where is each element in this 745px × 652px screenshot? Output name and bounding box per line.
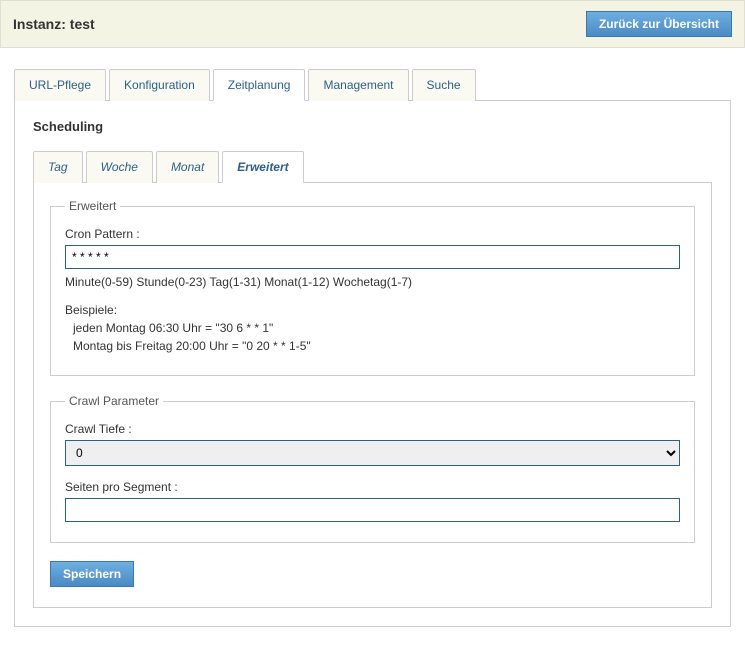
- cron-help-text: Minute(0-59) Stunde(0-23) Tag(1-31) Mona…: [65, 275, 680, 289]
- header-bar: Instanz: test Zurück zur Übersicht: [0, 0, 745, 48]
- tab-konfiguration[interactable]: Konfiguration: [109, 69, 210, 101]
- fieldset-crawl-parameter: Crawl Parameter Crawl Tiefe : 0 Seiten p…: [50, 394, 695, 543]
- tab-suche[interactable]: Suche: [412, 69, 476, 101]
- section-heading: Scheduling: [33, 119, 712, 134]
- cron-pattern-input[interactable]: [65, 245, 680, 269]
- subtab-woche[interactable]: Woche: [86, 151, 153, 183]
- sub-tabs: Tag Woche Monat Erweitert: [33, 150, 712, 183]
- legend-erweitert: Erweitert: [65, 199, 120, 213]
- pages-per-segment-input[interactable]: [65, 498, 680, 522]
- example-2: Montag bis Freitag 20:00 Uhr = "0 20 * *…: [65, 337, 680, 355]
- subtab-tag[interactable]: Tag: [33, 151, 83, 183]
- save-button[interactable]: Speichern: [50, 561, 134, 587]
- fieldset-erweitert: Erweitert Cron Pattern : Minute(0-59) St…: [50, 199, 695, 376]
- crawl-depth-label: Crawl Tiefe :: [65, 422, 680, 436]
- tab-zeitplanung[interactable]: Zeitplanung: [213, 69, 306, 101]
- subpanel-erweitert: Erweitert Cron Pattern : Minute(0-59) St…: [33, 183, 712, 608]
- subtab-monat[interactable]: Monat: [156, 151, 219, 183]
- crawl-depth-select[interactable]: 0: [65, 440, 680, 466]
- cron-examples: Beispiele: jeden Montag 06:30 Uhr = "30 …: [65, 301, 680, 355]
- back-button[interactable]: Zurück zur Übersicht: [586, 11, 732, 37]
- tab-url-pflege[interactable]: URL-Pflege: [14, 69, 106, 101]
- pages-per-segment-label: Seiten pro Segment :: [65, 480, 680, 494]
- tab-management[interactable]: Management: [308, 69, 408, 101]
- examples-title: Beispiele:: [65, 301, 680, 319]
- tab-panel-zeitplanung: Scheduling Tag Woche Monat Erweitert Erw…: [14, 101, 731, 627]
- subtab-erweitert[interactable]: Erweitert: [222, 151, 303, 183]
- cron-pattern-label: Cron Pattern :: [65, 227, 680, 241]
- example-1: jeden Montag 06:30 Uhr = "30 6 * * 1": [65, 319, 680, 337]
- main-tabs: URL-Pflege Konfiguration Zeitplanung Man…: [14, 68, 731, 101]
- legend-crawl: Crawl Parameter: [65, 394, 163, 408]
- page-title: Instanz: test: [13, 16, 95, 32]
